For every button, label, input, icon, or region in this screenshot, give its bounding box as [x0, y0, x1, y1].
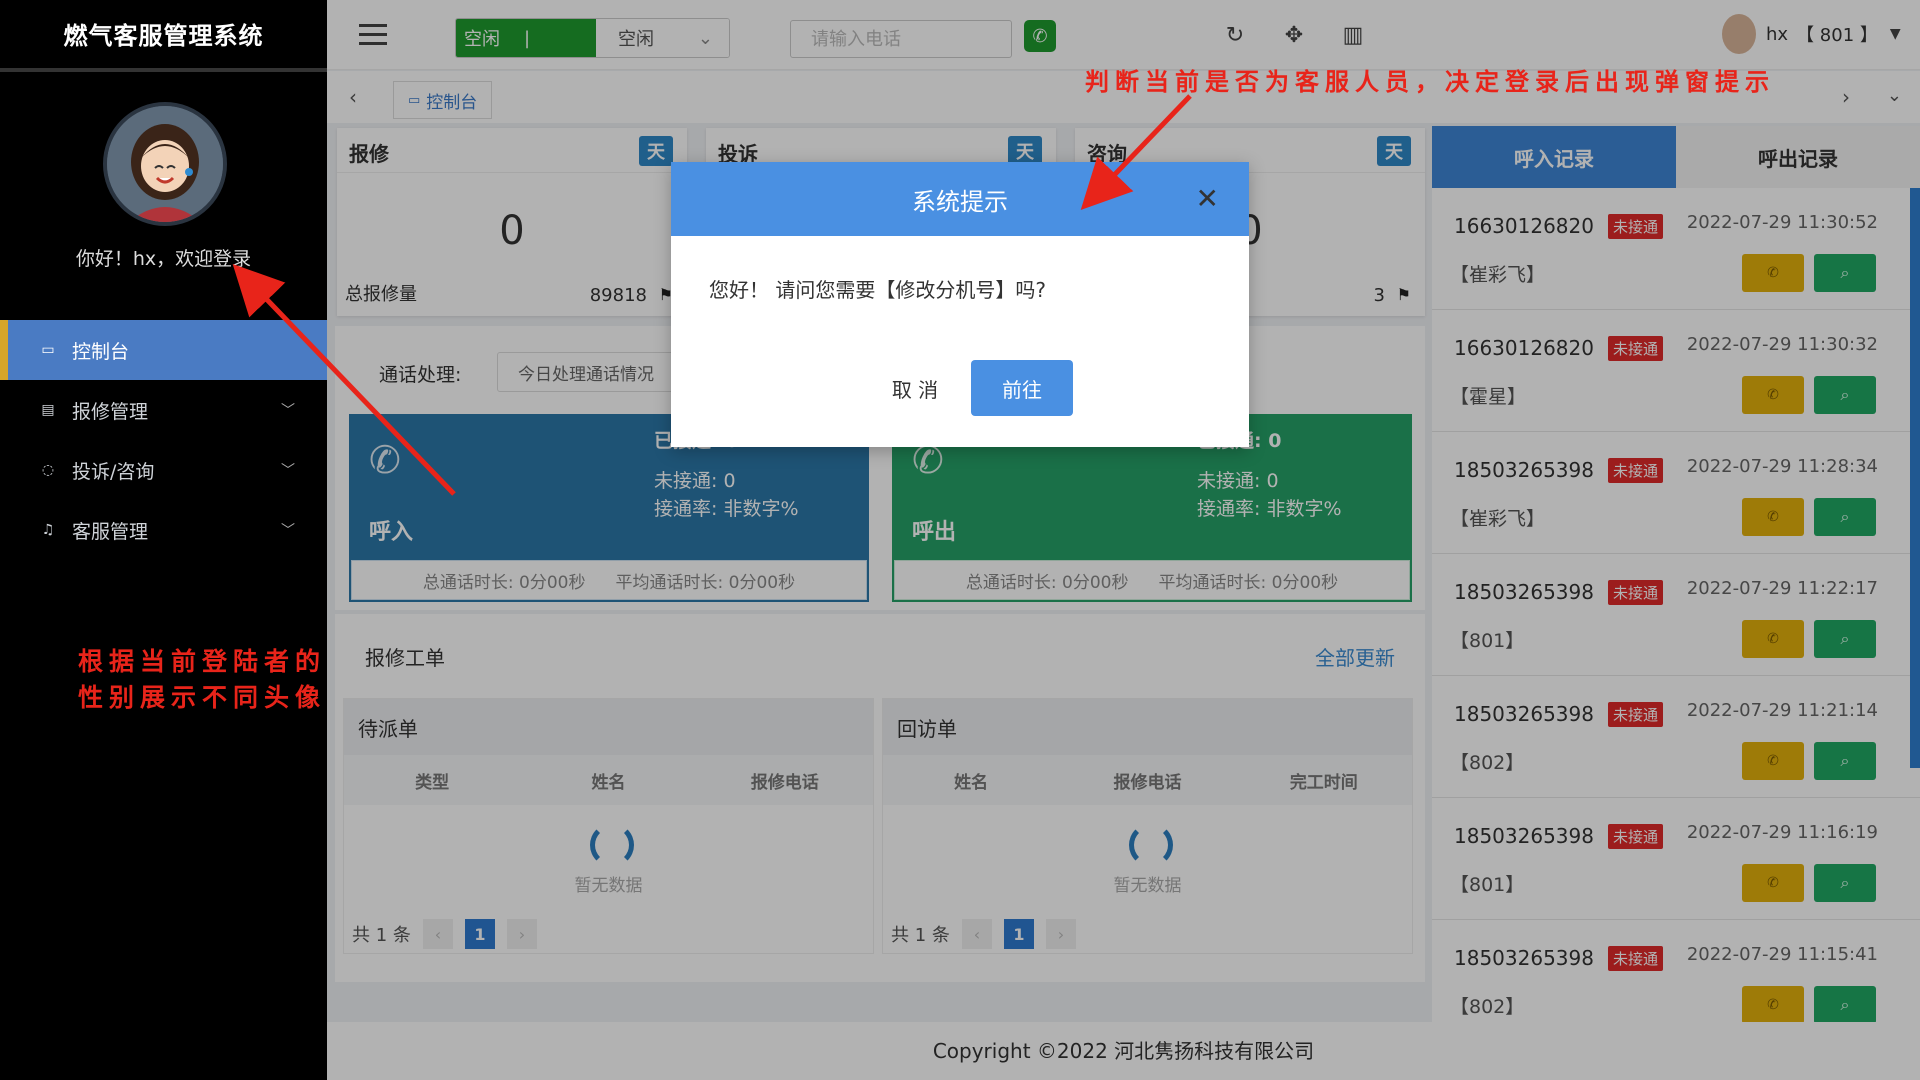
chat-icon: ◌	[41, 462, 55, 478]
annotation-text-top: 判断当前是否为客服人员，决定登录后出现弹窗提示	[1085, 67, 1775, 96]
sidebar-item-label: 投诉/咨询	[72, 460, 155, 483]
sidebar-nav: ▭ 控制台 ▤ 报修管理 ﹀ ◌ 投诉/咨询 ﹀ ♫ 客服管理 ﹀	[0, 320, 327, 560]
sidebar-item-service[interactable]: ♫ 客服管理 ﹀	[0, 500, 327, 560]
sidebar-item-label: 报修管理	[72, 400, 149, 423]
confirm-button[interactable]: 前往	[971, 360, 1073, 416]
dialog-title: 系统提示	[912, 187, 1008, 216]
sidebar-item-label: 控制台	[72, 340, 130, 363]
chevron-down-icon: ﹀	[281, 523, 295, 539]
cancel-button[interactable]: 取 消	[867, 360, 963, 416]
sidebar-item-repair[interactable]: ▤ 报修管理 ﹀	[0, 380, 327, 440]
close-icon[interactable]: ✕	[1196, 182, 1219, 215]
headset-icon: ♫	[41, 522, 55, 538]
sidebar-item-label: 客服管理	[72, 520, 149, 543]
sidebar-item-console[interactable]: ▭ 控制台	[0, 320, 327, 380]
system-prompt-dialog: 系统提示 ✕ 您好！ 请问您需要【修改分机号】吗? 取 消 前往	[671, 162, 1249, 447]
sidebar: 燃气客服管理系统 你好！hx，欢迎登录 ▭ 控制台 ▤ 报修管理 ﹀ ◌ 投诉/…	[0, 0, 327, 1080]
dialog-header: 系统提示 ✕	[671, 162, 1249, 236]
female-agent-avatar-icon	[107, 106, 223, 222]
welcome-text: 你好！hx，欢迎登录	[75, 248, 252, 270]
dialog-message: 您好！ 请问您需要【修改分机号】吗?	[709, 278, 1046, 302]
app-title: 燃气客服管理系统	[0, 0, 327, 72]
avatar	[103, 102, 227, 226]
annotation-line: 性别展示不同头像	[78, 683, 327, 712]
chevron-down-icon: ﹀	[281, 403, 295, 419]
monitor-icon: ▭	[41, 342, 55, 358]
annotation-text-left: 根据当前登陆者的 性别展示不同头像	[78, 644, 326, 716]
chevron-down-icon: ﹀	[281, 463, 295, 479]
annotation-line: 根据当前登陆者的	[78, 647, 327, 676]
repair-icon: ▤	[41, 402, 55, 418]
sidebar-item-complaint[interactable]: ◌ 投诉/咨询 ﹀	[0, 440, 327, 500]
